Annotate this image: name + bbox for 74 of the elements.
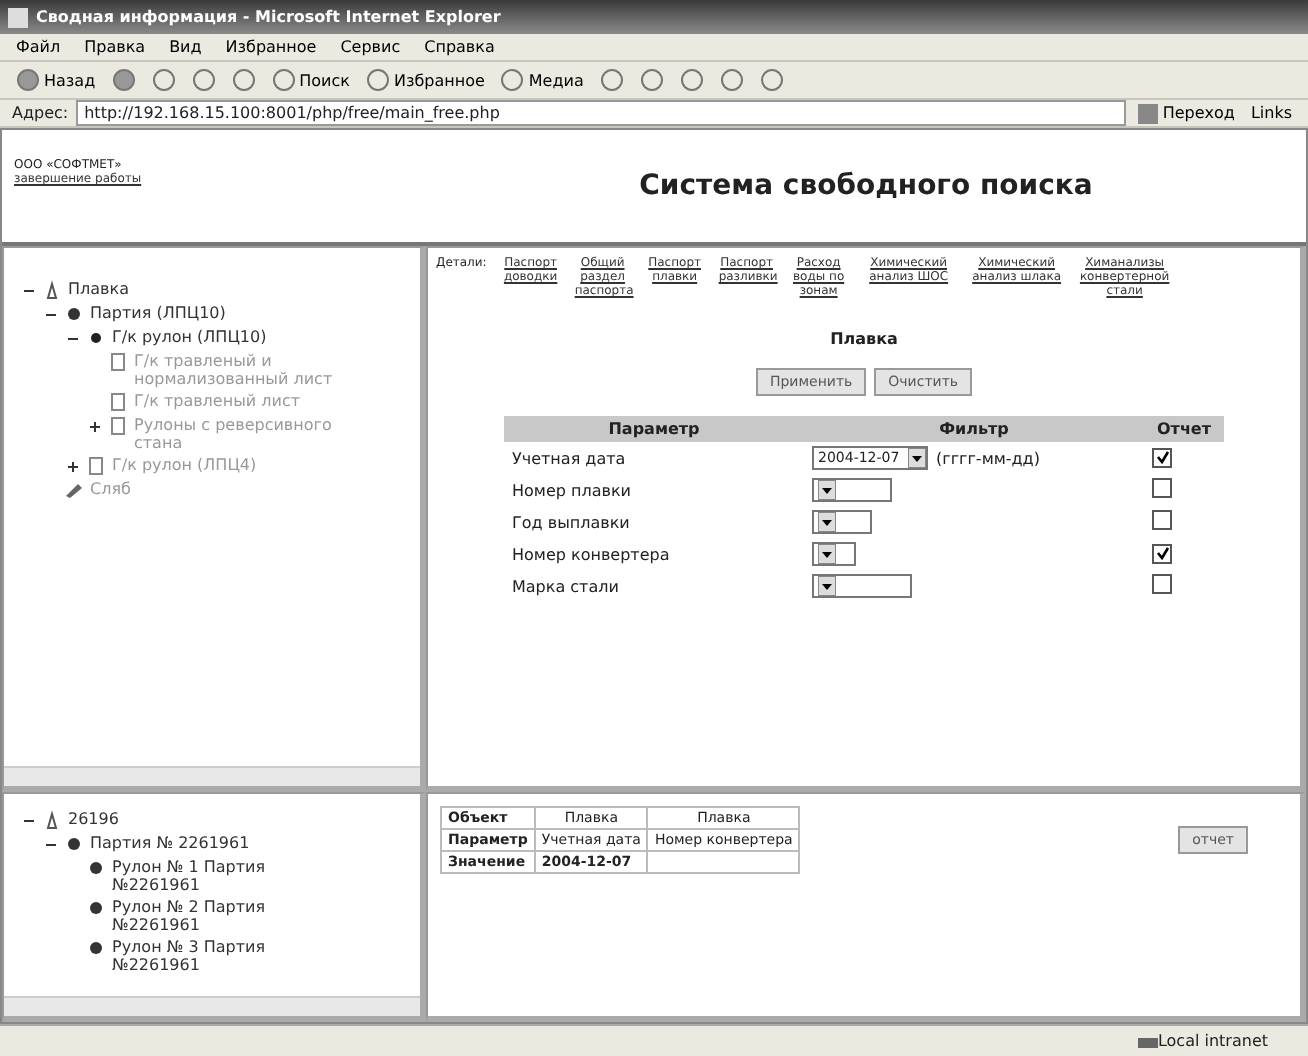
toolbar-button[interactable]: Поиск xyxy=(267,68,354,92)
form-title: Плавка xyxy=(830,330,898,348)
toolbar-button[interactable]: Назад xyxy=(12,68,100,92)
collapse-icon[interactable] xyxy=(67,334,77,344)
disc-icon xyxy=(86,858,106,878)
toolbar-button[interactable] xyxy=(675,68,708,92)
toolbar-button[interactable] xyxy=(595,68,628,92)
tree-item[interactable]: Рулон № 1 Партия №2261961 xyxy=(112,858,312,894)
menu-item[interactable]: Правка xyxy=(80,38,150,56)
toolbar-button[interactable] xyxy=(107,68,140,92)
column-header: Отчет xyxy=(1144,416,1224,442)
address-field[interactable]: http://192.168.15.100:8001/php/free/main_free.php xyxy=(76,100,1127,126)
collapse-icon[interactable] xyxy=(23,816,33,826)
parameter-label: Год выплавки xyxy=(510,511,632,535)
disc-icon xyxy=(86,328,106,348)
dropdown-caret-icon[interactable] xyxy=(818,480,836,500)
report-checkbox[interactable] xyxy=(1152,543,1172,564)
collapse-icon[interactable] xyxy=(45,310,55,320)
disc-icon xyxy=(86,898,106,918)
tree-item[interactable]: Г/к рулон (ЛПЦ10) xyxy=(112,328,267,346)
eraser-icon xyxy=(64,480,84,500)
report-checkbox[interactable] xyxy=(1152,510,1172,530)
column-header: Фильтр xyxy=(804,416,1144,442)
tree-item[interactable]: 26196 xyxy=(68,810,119,828)
address-label: Адрес: xyxy=(12,104,69,122)
disc-icon xyxy=(86,938,106,958)
toolbar-button[interactable] xyxy=(187,68,220,92)
report-checkbox[interactable] xyxy=(1152,574,1172,594)
menu-item[interactable]: Справка xyxy=(420,38,499,56)
scrollbar[interactable] xyxy=(4,996,420,1016)
tree-item[interactable]: Рулон № 3 Партия №2261961 xyxy=(112,938,312,974)
toolbar-button[interactable]: Медиа xyxy=(496,68,588,92)
format-hint: (гггг-мм-дд) xyxy=(936,449,1040,467)
tree-item[interactable]: Рулон № 2 Партия №2261961 xyxy=(112,898,312,934)
toolbar-button[interactable] xyxy=(147,68,180,92)
dropdown-caret-icon[interactable] xyxy=(818,544,836,564)
menu-item[interactable]: Вид xyxy=(165,38,206,56)
go-button[interactable]: Переход xyxy=(1134,103,1239,123)
menu-item[interactable]: Файл xyxy=(12,38,65,56)
filter-dropdown[interactable] xyxy=(812,510,872,534)
dropdown-caret-icon[interactable] xyxy=(818,512,836,532)
scrollbar[interactable] xyxy=(4,766,420,786)
disc-icon xyxy=(64,304,84,324)
collapse-icon[interactable] xyxy=(23,286,33,296)
bell-icon xyxy=(42,810,62,830)
filter-dropdown[interactable] xyxy=(812,542,856,566)
report-checkbox[interactable] xyxy=(1152,478,1172,498)
column-header: Параметр xyxy=(504,416,804,442)
toolbar-button[interactable] xyxy=(227,68,260,92)
links-button[interactable]: Links xyxy=(1246,104,1296,122)
bell-icon xyxy=(42,280,62,300)
toolbar-button[interactable] xyxy=(755,68,788,92)
tree-item[interactable]: Плавка xyxy=(68,280,129,298)
menu-item[interactable]: Избранное xyxy=(221,38,321,56)
parameter-label: Учетная дата xyxy=(504,442,804,474)
parameter-label: Марка стали xyxy=(510,575,621,600)
window-title: Сводная информация - Microsoft Internet Explorer xyxy=(36,8,501,26)
parameter-label: Номер плавки xyxy=(510,479,633,504)
report-checkbox[interactable] xyxy=(1152,447,1172,468)
tree-item[interactable]: Партия № 2261961 xyxy=(90,834,250,852)
dropdown-caret-icon[interactable] xyxy=(818,576,836,596)
page-title: Система свободного поиска xyxy=(639,170,1093,202)
check-icon xyxy=(1155,450,1169,465)
toolbar-button[interactable] xyxy=(715,68,748,92)
disc-icon xyxy=(64,834,84,854)
tree-item[interactable]: Партия (ЛПЦ10) xyxy=(90,304,226,322)
toolbar-button[interactable]: Избранное xyxy=(361,68,489,92)
parameter-label: Номер конвертера xyxy=(510,543,672,568)
check-icon xyxy=(1155,546,1169,561)
collapse-icon[interactable] xyxy=(45,840,55,850)
menu-item[interactable]: Сервис xyxy=(336,38,405,56)
dropdown-caret-icon[interactable] xyxy=(908,448,926,468)
status-zone: Local intranet xyxy=(1157,1032,1268,1050)
toolbar-button[interactable] xyxy=(635,68,668,92)
